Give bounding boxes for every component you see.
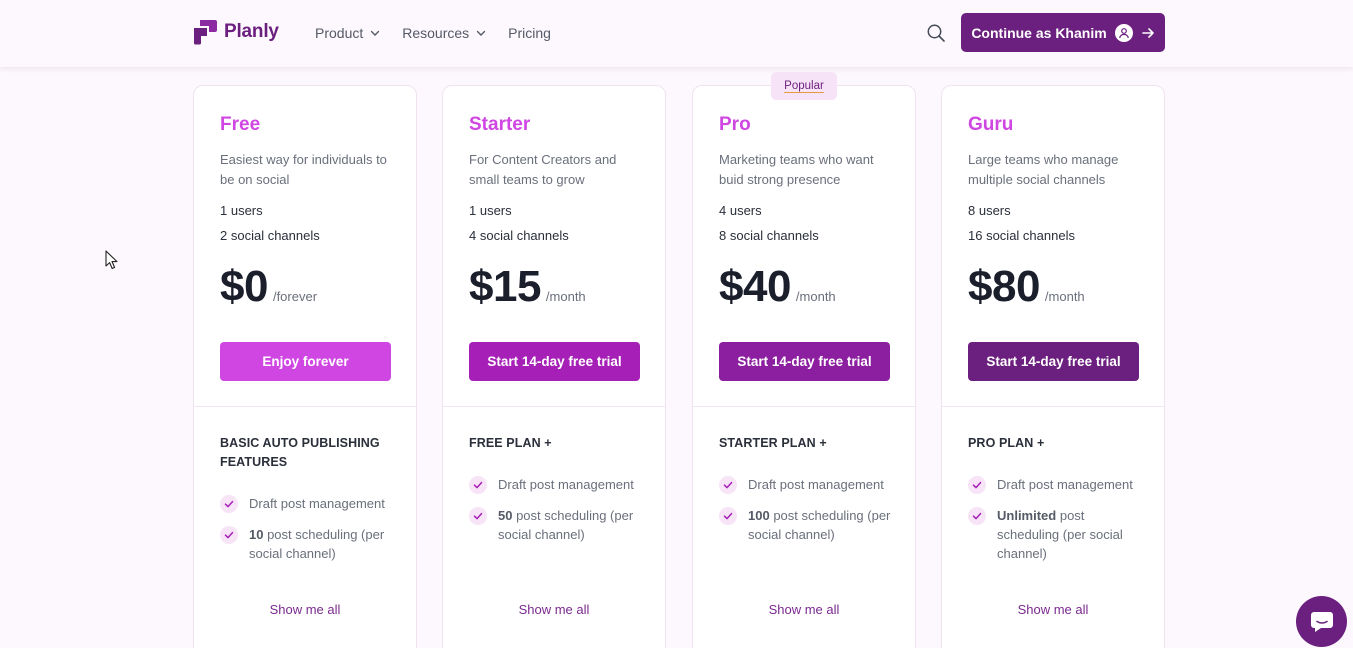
feature-list: Draft post management 100 post schedulin…: [719, 475, 899, 556]
plan-description: Easiest way for individuals to be on soc…: [220, 152, 387, 187]
chat-bubble-icon: [1310, 611, 1333, 632]
plan-users: 4 users: [719, 203, 762, 218]
feature-item: 50 post scheduling (per social channel): [469, 506, 649, 544]
feature-item: 100 post scheduling (per social channel): [719, 506, 899, 544]
features-header: STARTER PLAN +: [719, 436, 827, 450]
check-icon: [719, 507, 737, 525]
plan-users: 1 users: [220, 203, 263, 218]
feature-item: 10 post scheduling (per social channel): [220, 525, 400, 563]
plan-price: $0: [220, 262, 268, 311]
start-trial-button[interactable]: Start 14-day free trial: [719, 342, 890, 381]
feature-item: Unlimited post scheduling (per social ch…: [968, 506, 1148, 563]
feature-item: Draft post management: [220, 494, 400, 513]
plan-price: $40: [719, 262, 791, 311]
plan-name: Free: [220, 114, 261, 135]
plan-users: 8 users: [968, 203, 1011, 218]
feature-text: Draft post management: [498, 477, 634, 492]
divider: [942, 406, 1164, 407]
check-icon: [968, 476, 986, 494]
popular-badge: Popular: [771, 72, 837, 100]
plan-description: Large teams who manage multiple social c…: [968, 152, 1119, 187]
show-me-all-link[interactable]: Show me all: [693, 602, 915, 617]
plan-card-guru: Guru Large teams who manage multiple soc…: [941, 85, 1165, 648]
plan-period: /month: [1044, 289, 1085, 304]
divider: [693, 406, 915, 407]
feature-text: Draft post management: [997, 477, 1133, 492]
nav-label: Product: [315, 25, 364, 41]
start-trial-button[interactable]: Start 14-day free trial: [469, 342, 640, 381]
chevron-down-icon: [371, 30, 380, 36]
features-header: PRO PLAN +: [968, 436, 1045, 450]
price-row: $40 /month: [719, 262, 836, 312]
feature-list: Draft post management 10 post scheduling…: [220, 494, 400, 575]
enjoy-forever-button[interactable]: Enjoy forever: [220, 342, 391, 381]
plan-name: Guru: [968, 114, 1014, 135]
nav-product[interactable]: Product: [315, 23, 380, 43]
divider: [443, 406, 665, 407]
plan-period: /month: [795, 289, 836, 304]
show-me-all-link[interactable]: Show me all: [443, 602, 665, 617]
check-icon: [719, 476, 737, 494]
divider: [194, 406, 416, 407]
feature-text: Draft post management: [748, 477, 884, 492]
feature-list: Draft post management 50 post scheduling…: [469, 475, 649, 556]
plan-price: $80: [968, 262, 1040, 311]
plan-period: /forever: [272, 289, 318, 304]
plan-name: Starter: [469, 114, 531, 135]
check-icon: [220, 526, 238, 544]
plan-name: Pro: [719, 114, 751, 135]
feature-text: 100 post scheduling (per social channel): [748, 508, 891, 542]
check-icon: [469, 507, 487, 525]
check-icon: [469, 476, 487, 494]
arrow-right-icon: [1141, 27, 1154, 38]
continue-as-user-button[interactable]: Continue as Khanim: [961, 13, 1165, 52]
main-nav: Product Resources Pricing: [315, 23, 573, 43]
plan-channels: 2 social channels: [220, 228, 320, 243]
feature-text: 50 post scheduling (per social channel): [498, 508, 634, 542]
features-header: FREE PLAN +: [469, 436, 552, 450]
feature-item: Draft post management: [968, 475, 1148, 494]
nav-label: Resources: [402, 25, 470, 41]
feature-text: Draft post management: [249, 496, 385, 511]
plan-card-pro: Pro Marketing teams who want buid strong…: [692, 85, 916, 648]
check-icon: [220, 495, 238, 513]
plan-card-free: Free Easiest way for individuals to be o…: [193, 85, 417, 648]
plan-period: /month: [545, 289, 586, 304]
plan-channels: 8 social channels: [719, 228, 819, 243]
user-avatar-icon: [1114, 23, 1133, 42]
price-row: $0 /forever: [220, 262, 317, 312]
badge-label: Popular: [784, 80, 824, 92]
features-header: BASIC AUTO PUBLISHING FEATURES: [220, 436, 380, 469]
price-row: $80 /month: [968, 262, 1085, 312]
plan-channels: 4 social channels: [469, 228, 569, 243]
start-trial-button[interactable]: Start 14-day free trial: [968, 342, 1139, 381]
plan-channels: 16 social channels: [968, 228, 1075, 243]
logo[interactable]: Planly: [193, 19, 279, 45]
plan-description: Marketing teams who want buid strong pre…: [719, 152, 874, 187]
feature-item: Draft post management: [719, 475, 899, 494]
brand-name: Planly: [224, 21, 279, 42]
plan-card-starter: Starter For Content Creators and small t…: [442, 85, 666, 648]
cta-label: Continue as Khanim: [971, 24, 1107, 41]
price-row: $15 /month: [469, 262, 586, 312]
chat-widget-button[interactable]: [1296, 596, 1347, 647]
search-icon[interactable]: [926, 23, 946, 43]
check-icon: [968, 507, 986, 525]
top-navbar: Planly Product Resources Pricing Continu…: [0, 0, 1353, 67]
show-me-all-link[interactable]: Show me all: [942, 602, 1164, 617]
planly-logo-icon: [194, 20, 217, 45]
plan-price: $15: [469, 262, 541, 311]
plan-description: For Content Creators and small teams to …: [469, 152, 617, 187]
feature-text: Unlimited post scheduling (per social ch…: [997, 508, 1123, 561]
mouse-cursor-icon: [105, 250, 118, 270]
nav-resources[interactable]: Resources: [402, 23, 486, 43]
feature-text: 10 post scheduling (per social channel): [249, 527, 385, 561]
show-me-all-link[interactable]: Show me all: [194, 602, 416, 617]
feature-list: Draft post management Unlimited post sch…: [968, 475, 1148, 575]
feature-item: Draft post management: [469, 475, 649, 494]
nav-label: Pricing: [508, 25, 551, 41]
chevron-down-icon: [476, 30, 486, 36]
plan-users: 1 users: [469, 203, 512, 218]
nav-pricing[interactable]: Pricing: [508, 23, 551, 43]
